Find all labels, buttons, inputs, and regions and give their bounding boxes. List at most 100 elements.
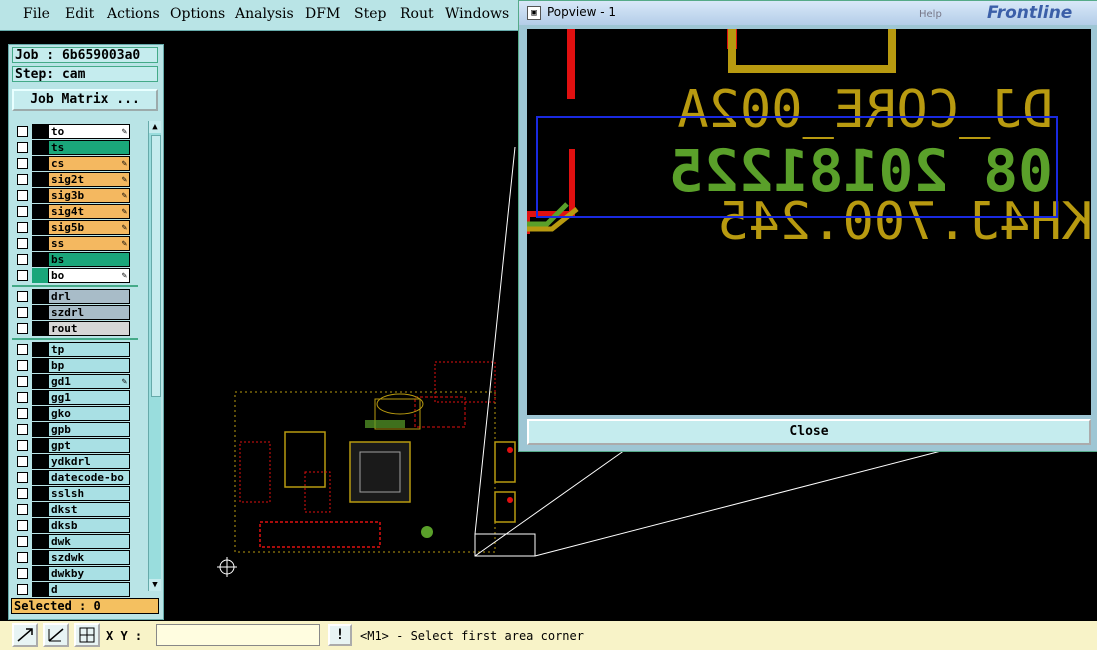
layer-row-gpb[interactable]: gpb: [12, 422, 138, 437]
layer-checkbox[interactable]: [17, 440, 28, 451]
layer-checkbox[interactable]: [17, 344, 28, 355]
popview-canvas[interactable]: DJ_CORE_002A 08 20181225 KH4J.700.245: [527, 29, 1091, 415]
layer-color-swatch[interactable]: [32, 486, 48, 501]
layer-color-swatch[interactable]: [32, 204, 48, 219]
layer-color-swatch[interactable]: [32, 422, 48, 437]
layer-checkbox[interactable]: [17, 472, 28, 483]
layer-name[interactable]: bs: [48, 252, 130, 267]
layer-color-swatch[interactable]: [32, 172, 48, 187]
layer-row-drl[interactable]: drl: [12, 289, 138, 304]
layer-name[interactable]: rout: [48, 321, 130, 336]
layer-name[interactable]: ts: [48, 140, 130, 155]
layer-name[interactable]: dwkby: [48, 566, 130, 581]
menu-dfm[interactable]: DFM: [305, 6, 340, 22]
layer-name[interactable]: dkst: [48, 502, 130, 517]
layer-name[interactable]: bo ✎: [48, 268, 130, 283]
layer-row-szdrl[interactable]: szdrl: [12, 305, 138, 320]
layer-name[interactable]: gpb: [48, 422, 130, 437]
layer-color-swatch[interactable]: [32, 470, 48, 485]
layer-row-bs[interactable]: bs: [12, 252, 138, 267]
layer-name[interactable]: ydkdrl: [48, 454, 130, 469]
layer-checkbox[interactable]: [17, 536, 28, 547]
layer-row-sig4t[interactable]: sig4t ✎: [12, 204, 138, 219]
layer-row-dwk[interactable]: dwk: [12, 534, 138, 549]
scroll-down-icon[interactable]: ▼: [149, 579, 161, 591]
layer-name[interactable]: to ✎: [48, 124, 130, 139]
layer-checkbox[interactable]: [17, 158, 28, 169]
layer-name[interactable]: sig4t ✎: [48, 204, 130, 219]
zoom-diagonal-button[interactable]: [12, 623, 38, 647]
menu-file[interactable]: File: [23, 6, 50, 22]
layer-color-swatch[interactable]: [32, 188, 48, 203]
layer-name[interactable]: datecode-bo: [48, 470, 130, 485]
layer-color-swatch[interactable]: [32, 342, 48, 357]
layer-checkbox[interactable]: [17, 291, 28, 302]
layer-name[interactable]: sig5b ✎: [48, 220, 130, 235]
layer-name[interactable]: drl: [48, 289, 130, 304]
layer-color-swatch[interactable]: [32, 358, 48, 373]
scroll-thumb[interactable]: [151, 135, 161, 397]
menu-rout[interactable]: Rout: [400, 6, 434, 22]
layer-scrollbar[interactable]: ▲ ▼: [148, 121, 161, 591]
layer-checkbox[interactable]: [17, 190, 28, 201]
layer-color-swatch[interactable]: [32, 374, 48, 389]
layer-row-szdwk[interactable]: szdwk: [12, 550, 138, 565]
close-button[interactable]: Close: [527, 419, 1091, 445]
layer-row-sig5b[interactable]: sig5b ✎: [12, 220, 138, 235]
layer-checkbox[interactable]: [17, 424, 28, 435]
layer-checkbox[interactable]: [17, 584, 28, 595]
layer-color-swatch[interactable]: [32, 502, 48, 517]
layer-color-swatch[interactable]: [32, 582, 48, 597]
layer-row-bp[interactable]: bp: [12, 358, 138, 373]
layer-row-ts[interactable]: ts: [12, 140, 138, 155]
layer-color-swatch[interactable]: [32, 252, 48, 267]
layer-name[interactable]: gko: [48, 406, 130, 421]
layer-row-dwkby[interactable]: dwkby: [12, 566, 138, 581]
layer-name[interactable]: gg1: [48, 390, 130, 405]
layer-name[interactable]: dwk: [48, 534, 130, 549]
layer-checkbox[interactable]: [17, 142, 28, 153]
layer-checkbox[interactable]: [17, 270, 28, 281]
layer-color-swatch[interactable]: [32, 156, 48, 171]
layer-name[interactable]: szdrl: [48, 305, 130, 320]
layer-row-rout[interactable]: rout: [12, 321, 138, 336]
layer-checkbox[interactable]: [17, 520, 28, 531]
layer-row-gko[interactable]: gko: [12, 406, 138, 421]
xy-coordinate-input[interactable]: [156, 624, 320, 646]
layer-row-sig3b[interactable]: sig3b ✎: [12, 188, 138, 203]
scroll-up-icon[interactable]: ▲: [149, 121, 161, 133]
layer-color-swatch[interactable]: [32, 289, 48, 304]
layer-color-swatch[interactable]: [32, 518, 48, 533]
layer-checkbox[interactable]: [17, 126, 28, 137]
layer-row-sig2t[interactable]: sig2t ✎: [12, 172, 138, 187]
layer-color-swatch[interactable]: [32, 236, 48, 251]
layer-color-swatch[interactable]: [32, 406, 48, 421]
menu-options[interactable]: Options: [170, 6, 225, 22]
layer-name[interactable]: szdwk: [48, 550, 130, 565]
layer-color-swatch[interactable]: [32, 566, 48, 581]
layer-name[interactable]: sig2t ✎: [48, 172, 130, 187]
layer-row-bo[interactable]: bo ✎: [12, 268, 138, 283]
layer-name[interactable]: d: [48, 582, 130, 597]
menu-actions[interactable]: Actions: [107, 6, 160, 22]
layer-row-dkst[interactable]: dkst: [12, 502, 138, 517]
layer-row-ydkdrl[interactable]: ydkdrl: [12, 454, 138, 469]
measure-button[interactable]: [43, 623, 69, 647]
layer-row-gg1[interactable]: gg1: [12, 390, 138, 405]
layer-color-swatch[interactable]: [32, 454, 48, 469]
layer-name[interactable]: dksb: [48, 518, 130, 533]
layer-row-gpt[interactable]: gpt: [12, 438, 138, 453]
layer-color-swatch[interactable]: [32, 438, 48, 453]
layer-color-swatch[interactable]: [32, 390, 48, 405]
layer-row-to[interactable]: to ✎: [12, 124, 138, 139]
layer-checkbox[interactable]: [17, 408, 28, 419]
layer-checkbox[interactable]: [17, 488, 28, 499]
layer-checkbox[interactable]: [17, 222, 28, 233]
layer-checkbox[interactable]: [17, 323, 28, 334]
menu-windows[interactable]: Windows: [445, 6, 509, 22]
help-label[interactable]: Help: [919, 9, 942, 20]
job-matrix-button[interactable]: Job Matrix ...: [12, 89, 158, 111]
layer-color-swatch[interactable]: [32, 220, 48, 235]
layer-name[interactable]: tp: [48, 342, 130, 357]
grid-snap-button[interactable]: [74, 623, 100, 647]
